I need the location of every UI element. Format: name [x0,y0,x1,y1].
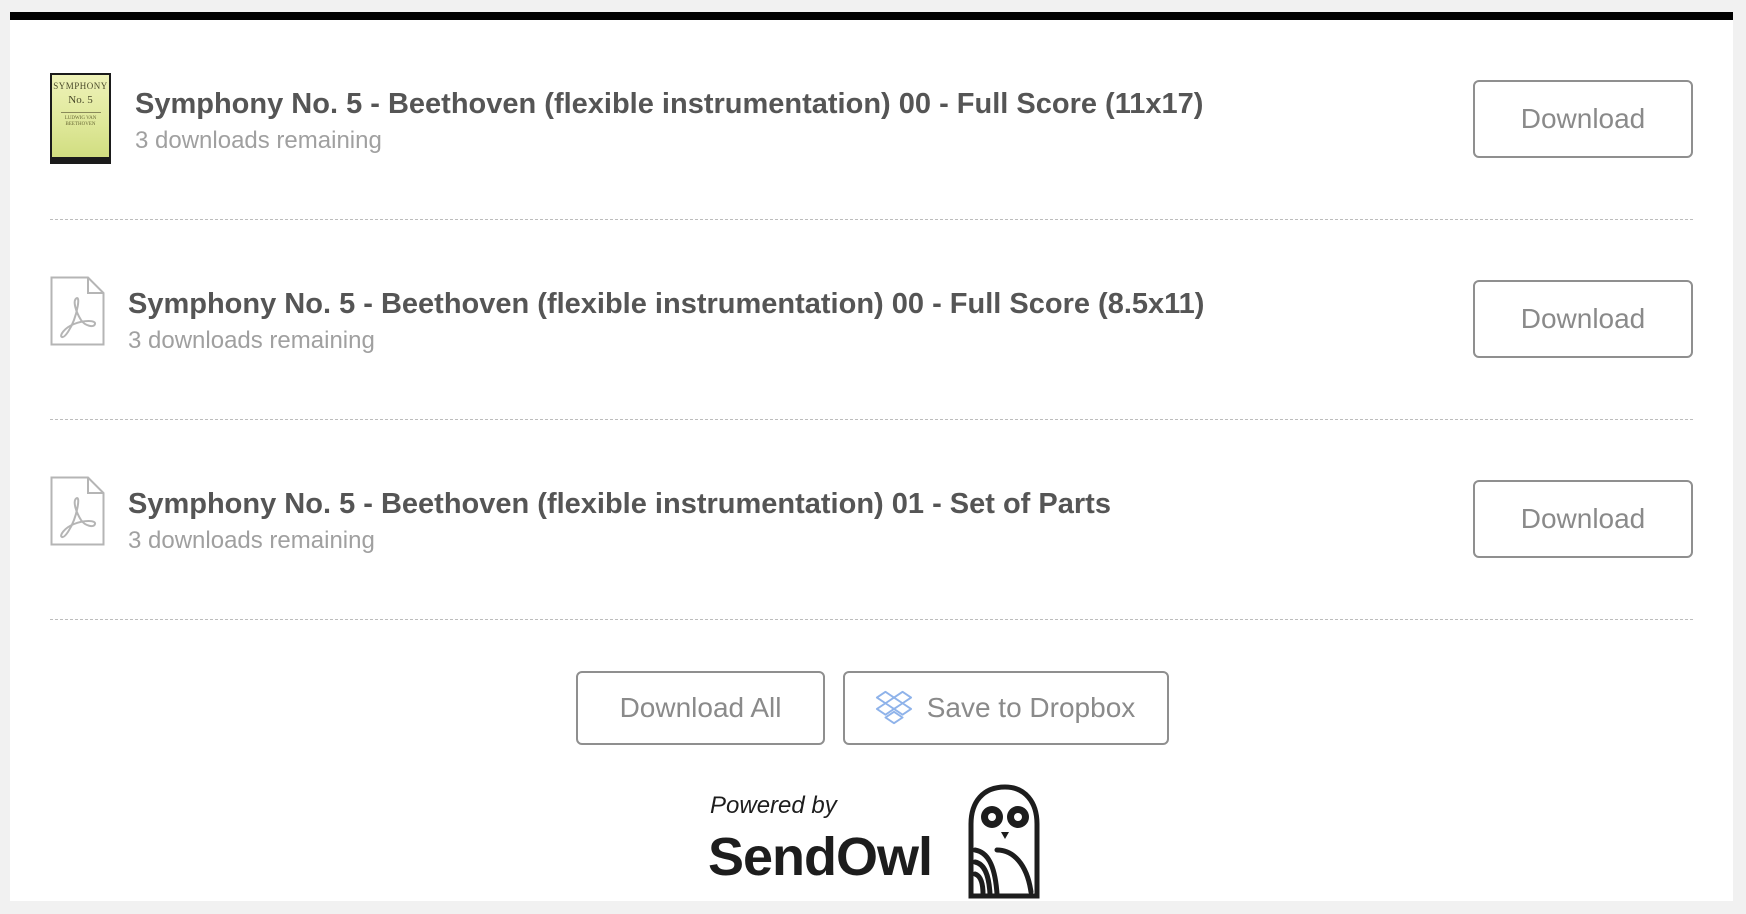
powered-by-text: Powered by [710,792,837,819]
cover-title-text: SYMPHONY [53,81,108,91]
download-item-text: Symphony No. 5 - Beethoven (flexible ins… [128,288,1204,355]
dropbox-label: Save to Dropbox [926,692,1136,723]
owl-icon [968,784,1040,899]
save-to-dropbox-button[interactable]: Save to Dropbox [843,671,1169,745]
cover-composer-text: LUDWIG VAN BEETHOVEN [64,116,97,127]
download-item: SYMPHONY No. 5 LUDWIG VAN BEETHOVEN Symp… [50,20,1693,220]
download-button[interactable]: Download [1473,80,1693,158]
file-title: Symphony No. 5 - Beethoven (flexible ins… [128,288,1205,320]
cover-number-text: No. 5 [68,94,93,106]
download-list: SYMPHONY No. 5 LUDWIG VAN BEETHOVEN Symp… [50,20,1693,620]
score-cover-thumbnail: SYMPHONY No. 5 LUDWIG VAN BEETHOVEN [50,73,111,164]
downloads-remaining: 3 downloads remaining [128,527,375,554]
downloads-remaining: 3 downloads remaining [128,327,375,354]
download-all-button[interactable]: Download All [576,671,825,745]
pdf-file-icon [50,476,105,546]
download-button[interactable]: Download [1473,280,1693,358]
file-title: Symphony No. 5 - Beethoven (flexible ins… [128,488,1111,520]
cover-bottom-band [52,157,109,162]
downloads-remaining: 3 downloads remaining [135,127,382,154]
pdf-file-icon [50,276,105,346]
download-item-text: Symphony No. 5 - Beethoven (flexible ins… [135,88,1203,155]
dropbox-icon [875,690,912,725]
sendowl-wordmark: SendOwl [708,827,933,887]
downloads-panel: SYMPHONY No. 5 LUDWIG VAN BEETHOVEN Symp… [10,12,1733,901]
download-item: Symphony No. 5 - Beethoven (flexible ins… [50,220,1693,420]
download-item: Symphony No. 5 - Beethoven (flexible ins… [50,420,1693,620]
cover-rule [60,112,101,113]
download-item-text: Symphony No. 5 - Beethoven (flexible ins… [128,488,1111,555]
file-title: Symphony No. 5 - Beethoven (flexible ins… [135,88,1204,120]
download-button[interactable]: Download [1473,480,1693,558]
